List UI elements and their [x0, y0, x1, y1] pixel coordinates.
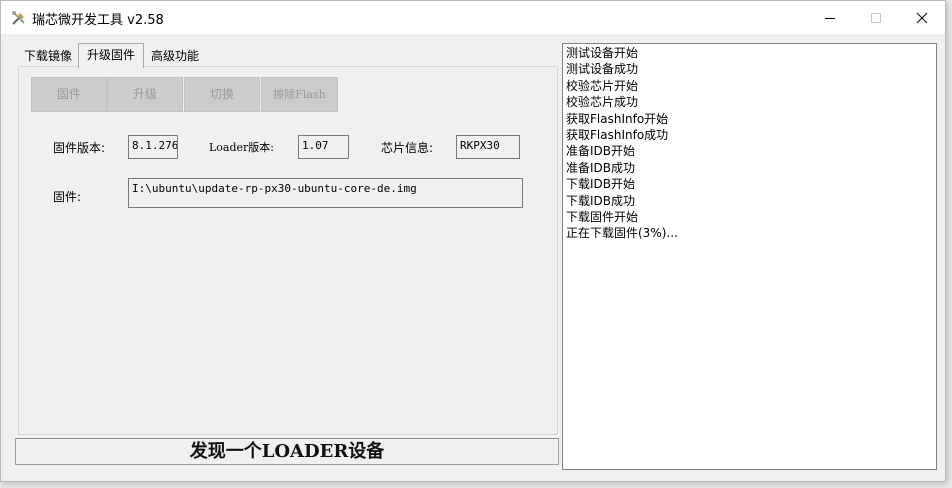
tab-download-image[interactable]: 下载镜像 [18, 46, 78, 66]
firmware-button[interactable]: 固件 [31, 77, 107, 112]
status-bar: 发现一个LOADER设备 [15, 438, 559, 465]
log-line: 准备IDB成功 [566, 160, 636, 175]
log-line: 校验芯片成功 [566, 95, 639, 110]
firmware-path-label: 固件: [53, 190, 82, 204]
switch-button[interactable]: 切换 [184, 77, 260, 112]
log-line: 下载IDB成功 [566, 193, 636, 208]
upgrade-firmware-panel [18, 66, 558, 435]
close-button[interactable] [899, 1, 945, 34]
firmware-version-label: 固件版本: [53, 141, 106, 155]
minimize-button[interactable] [807, 1, 853, 34]
log-line: 准备IDB开始 [566, 144, 636, 159]
log-output[interactable]: 测试设备开始 测试设备成功 校验芯片开始 校验芯片成功 获取FlashInfo开始 获取F… [562, 43, 937, 470]
chip-info-label: 芯片信息: [381, 141, 434, 155]
log-line: 下载IDB开始 [566, 177, 636, 192]
title-bar[interactable]: 瑞芯微开发工具 v2.58 [1, 1, 945, 34]
log-line: 测试设备开始 [566, 46, 639, 60]
log-line: 获取FlashInfo成功 [566, 128, 669, 143]
loader-version-field[interactable]: 1.07 [298, 135, 349, 159]
maximize-button[interactable] [853, 1, 899, 34]
maximize-icon [871, 13, 881, 23]
main-window: 瑞芯微开发工具 v2.58 下载镜像 升级固件 高级功能 固件 升级 切换 擦除… [0, 0, 946, 482]
log-line: 校验芯片开始 [566, 78, 639, 93]
firmware-path-field[interactable]: I:\ubuntu\update-rp-px30-ubuntu-core-de.… [128, 178, 523, 208]
log-line: 测试设备成功 [566, 62, 639, 77]
tab-upgrade-firmware[interactable]: 升级固件 [78, 43, 144, 68]
chip-info-field[interactable]: RKPX30 [456, 135, 520, 159]
erase-flash-button[interactable]: 擦除Flash [261, 77, 338, 112]
log-line: 下载固件开始 [566, 210, 639, 225]
log-line: 正在下载固件(3%)... [566, 226, 678, 241]
log-line: 获取FlashInfo开始 [566, 111, 669, 126]
firmware-version-field[interactable]: 8.1.276 [128, 135, 178, 159]
tab-advanced[interactable]: 高级功能 [144, 46, 206, 66]
status-text: 发现一个LOADER设备 [189, 441, 385, 462]
app-tools-icon [12, 11, 25, 25]
minimize-icon [825, 18, 835, 19]
upgrade-button[interactable]: 升级 [107, 77, 183, 112]
close-icon [916, 12, 928, 24]
loader-version-label: Loader版本: [209, 141, 275, 154]
window-title: 瑞芯微开发工具 v2.58 [32, 13, 164, 28]
